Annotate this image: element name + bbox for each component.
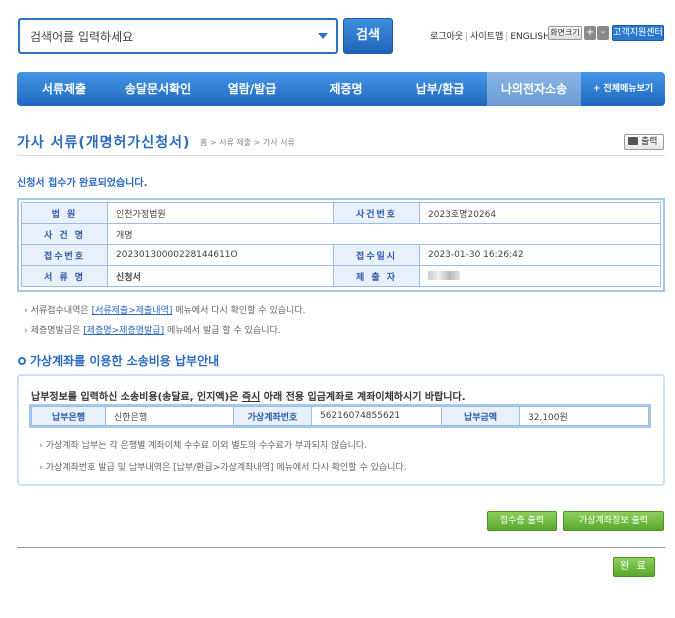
payment-table-box: 납부은행 신한은행 가상계좌번호 56216074855621 납부금액 32,…: [29, 404, 651, 428]
done-button[interactable]: 완 료: [613, 557, 655, 577]
payment-message: 납부정보를 입력하신 소송비용(송달료, 인지액)은 즉시 아래 전용 입금계좌…: [31, 392, 466, 403]
arrow-icon: ›: [39, 463, 43, 473]
payment-note-history: › 가상계좌번호 발급 및 납부내역은 [납부/환급>가상계좌내역] 메뉴에서 다…: [39, 463, 407, 473]
bottom-divider: [17, 547, 665, 548]
receipt-number-label: 접수번호: [21, 244, 108, 266]
nav-item-payment[interactable]: 납부/환급: [393, 72, 487, 106]
all-menu-button[interactable]: + 전체메뉴보기: [581, 72, 665, 106]
help-center-button[interactable]: 고객지원센터: [612, 25, 664, 41]
nav-item-submit[interactable]: 서류제출: [17, 72, 111, 106]
font-size-decrease-button[interactable]: -: [597, 26, 609, 40]
submitter-value: [419, 265, 661, 287]
account-value: 56216074855621: [311, 406, 442, 426]
nav-item-view[interactable]: 열람/발급: [205, 72, 299, 106]
case-name-label: 사 건 명: [21, 223, 108, 245]
english-link[interactable]: ENGLISH: [510, 32, 550, 42]
breadcrumb: 홈 > 서류 제출 > 가사 서류: [200, 138, 295, 147]
amount-value: 32,100원: [519, 406, 649, 426]
search-input[interactable]: [30, 28, 300, 46]
payment-note-fee: › 가상계좌 납부는 각 은행별 계좌이체 수수료 이외 별도의 수수료가 부과되…: [39, 441, 367, 451]
account-label: 가상계좌번호: [233, 406, 312, 426]
utility-links: 로그아웃 | 사이트맵 | ENGLISH: [430, 32, 550, 42]
chevron-down-icon[interactable]: [318, 33, 328, 39]
bank-label: 납부은행: [31, 406, 106, 426]
payment-table: 납부은행 신한은행 가상계좌번호 56216074855621 납부금액 32,…: [31, 406, 649, 426]
completion-notice: 신청서 접수가 완료되었습니다.: [17, 178, 148, 189]
court-value: 인천가정법원: [107, 202, 334, 224]
account-print-button[interactable]: 가상계좌정보 출력: [563, 511, 664, 531]
note-certificate: › 제증명발급은 [제증명>제증명발급] 메뉴에서 발급 할 수 있습니다.: [24, 326, 281, 336]
receipt-number-value: 20230130000228144611O: [107, 244, 334, 266]
font-size-label: 화면크기: [548, 26, 582, 40]
arrow-icon: ›: [24, 306, 28, 316]
font-size-increase-button[interactable]: +: [584, 26, 596, 40]
amount-label: 납부금액: [441, 406, 520, 426]
nav-item-certificate[interactable]: 제증명: [299, 72, 393, 106]
logout-link[interactable]: 로그아웃: [430, 32, 463, 42]
search-box[interactable]: [18, 18, 338, 54]
submitter-label: 제 출 자: [333, 265, 420, 287]
bullet-icon: [18, 357, 26, 365]
document-name-value: 신청서: [107, 265, 334, 287]
submission-history-link[interactable]: [서류제출>제출내역]: [92, 306, 173, 316]
main-nav: 서류제출 송달문서확인 열람/발급 제증명 납부/환급 나의전자소송 + 전체메…: [17, 72, 665, 106]
document-name-label: 서 류 명: [21, 265, 108, 287]
receipt-date-value: 2023-01-30 16:26:42: [419, 244, 661, 266]
arrow-icon: ›: [39, 441, 43, 451]
bank-value: 신한은행: [105, 406, 234, 426]
payment-section-title: 가상계좌를 이용한 소송비용 납부안내: [18, 352, 219, 369]
court-label: 법 원: [21, 202, 108, 224]
search-button[interactable]: 검색: [343, 18, 393, 54]
receipt-info-table: 법 원 인천가정법원 사건번호 2023호명20264 사 건 명 개명 접수번…: [21, 202, 661, 287]
nav-item-delivery[interactable]: 송달문서확인: [111, 72, 205, 106]
page-title: 가사 서류(개명허가신청서): [17, 135, 191, 151]
arrow-icon: ›: [24, 326, 28, 336]
receipt-info-box: 법 원 인천가정법원 사건번호 2023호명20264 사 건 명 개명 접수번…: [17, 198, 665, 292]
print-button[interactable]: 출력: [624, 134, 664, 150]
note-submission-history: › 서류접수내역은 [서류제출>제출내역] 메뉴에서 다시 확인할 수 있습니다.: [24, 306, 306, 316]
case-number-value: 2023호명20264: [419, 202, 661, 224]
certificate-issue-link[interactable]: [제증명>제증명발급]: [83, 326, 164, 336]
case-name-value: 개명: [107, 223, 661, 245]
receipt-date-label: 접수일시: [333, 244, 420, 266]
receipt-print-button[interactable]: 접수증 출력: [487, 511, 557, 531]
title-divider: [17, 155, 665, 156]
payment-box: 납부정보를 입력하신 소송비용(송달료, 인지액)은 즉시 아래 전용 입금계좌…: [17, 374, 665, 486]
case-number-label: 사건번호: [333, 202, 420, 224]
print-label: 출력: [641, 137, 658, 147]
redacted-name: [428, 271, 460, 280]
sitemap-link[interactable]: 사이트맵: [470, 32, 503, 42]
printer-icon: [628, 137, 638, 145]
nav-item-my-lawsuit[interactable]: 나의전자소송: [487, 72, 581, 106]
